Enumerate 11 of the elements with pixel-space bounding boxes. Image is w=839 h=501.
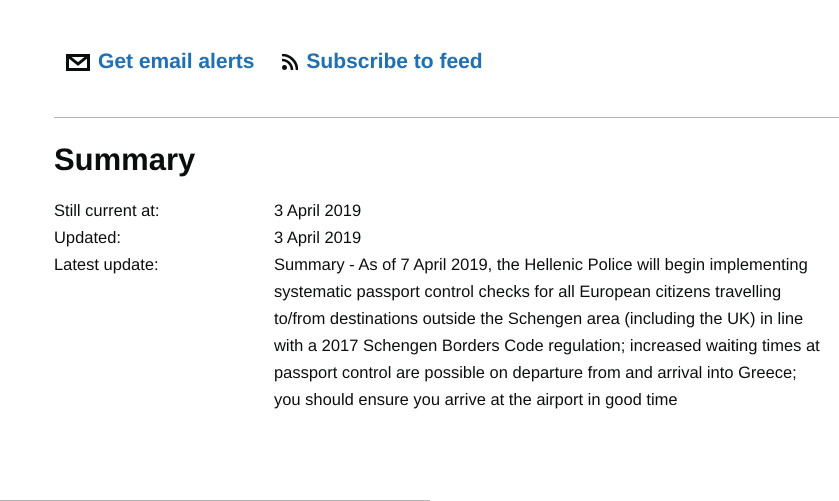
field-value: 3 April 2019 (274, 228, 362, 249)
link[interactable]: Get email alerts (66, 50, 254, 74)
field-label: Updated: (54, 228, 122, 249)
link[interactable]: Subscribe to feed (282, 50, 483, 74)
field-value: Summary - As of 7 April 2019, the Hellenic Police will begin implementing systematic passport control checks for all European citizens travelling to/from destinations outside the Schengen area (including the UK) in line with a 2017 Schengen Borders Code regulation; increased waiting times at passport control are possible on departure from and arrival into Greece; you should ensure you arrive at the airport in good time (274, 255, 821, 411)
rss-icon (282, 54, 298, 70)
summary-heading: Summary (54, 142, 196, 178)
mail-icon (66, 54, 90, 70)
field-label: Still current at: (54, 201, 160, 222)
field-label: Latest update: (54, 255, 160, 276)
field-value: 3 April 2019 (274, 201, 362, 222)
